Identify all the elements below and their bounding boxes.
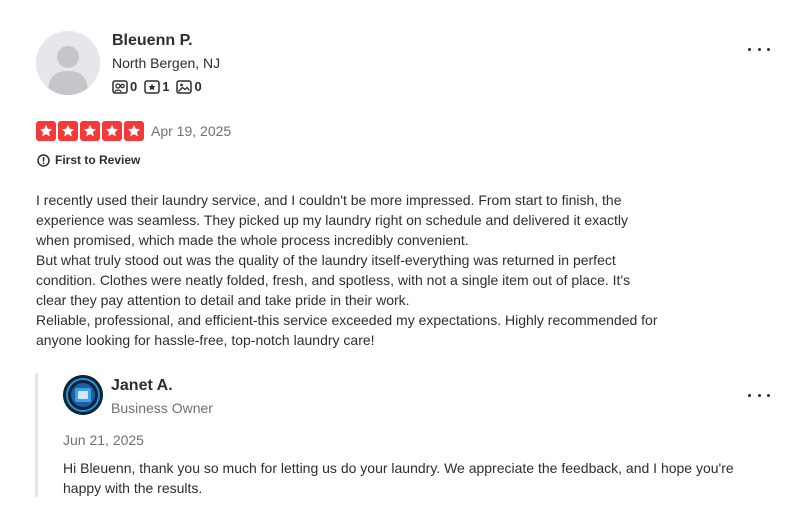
reply-text-line: Hi Bleuenn, thank you so much for lettin… [63, 460, 734, 476]
star-icon [36, 121, 56, 141]
reply-more-options-icon[interactable] [748, 390, 770, 400]
reviewer-avatar[interactable] [36, 31, 100, 95]
reviewer-name[interactable]: Bleuenn P. [112, 32, 193, 50]
reviews-count: 1 [162, 79, 170, 94]
reviews-stat: 1 [144, 79, 169, 94]
review-text-line: anyone looking for hassle-free, top-notc… [36, 332, 375, 348]
photos-stat: 0 [176, 79, 202, 94]
star-rating [36, 121, 144, 141]
review-text-line: clear they pay attention to detail and t… [36, 292, 410, 308]
star-icon [124, 121, 144, 141]
reply-divider [35, 373, 38, 497]
photos-count: 0 [194, 79, 202, 94]
more-options-icon[interactable] [748, 44, 770, 54]
reviewer-location: North Bergen, NJ [112, 55, 221, 71]
owner-name: Janet A. [111, 377, 173, 394]
star-icon [102, 121, 122, 141]
first-to-review-label: First to Review [55, 153, 141, 167]
review-text-line: Reliable, professional, and efficient-th… [36, 312, 658, 328]
review-text-line: But what truly stood out was the quality… [36, 252, 616, 268]
reply-date: Jun 21, 2025 [63, 432, 144, 448]
review-text-line: experience was seamless. They picked up … [36, 212, 628, 228]
review-text-line: when promised, which made the whole proc… [36, 232, 469, 248]
friends-icon [112, 79, 128, 94]
owner-role: Business Owner [111, 400, 213, 416]
star-icon [58, 121, 78, 141]
review-text-line: condition. Clothes were neatly folded, f… [36, 272, 631, 288]
first-to-review-badge: First to Review [37, 153, 140, 167]
friends-stat: 0 [112, 79, 137, 94]
review-text: I recently used their laundry service, a… [36, 190, 716, 350]
review-date: Apr 19, 2025 [151, 123, 232, 139]
reviewer-stats: 0 1 0 [112, 79, 209, 94]
reply-text-line: happy with the results. [63, 480, 203, 496]
review-text-line: I recently used their laundry service, a… [36, 192, 622, 208]
first-to-review-icon [37, 153, 50, 167]
friends-count: 0 [130, 79, 138, 94]
reply-text: Hi Bleuenn, thank you so much for lettin… [63, 458, 783, 498]
star-icon [80, 121, 100, 141]
photo-icon [176, 79, 193, 94]
star-outline-icon [144, 79, 160, 94]
owner-avatar[interactable] [63, 375, 103, 415]
